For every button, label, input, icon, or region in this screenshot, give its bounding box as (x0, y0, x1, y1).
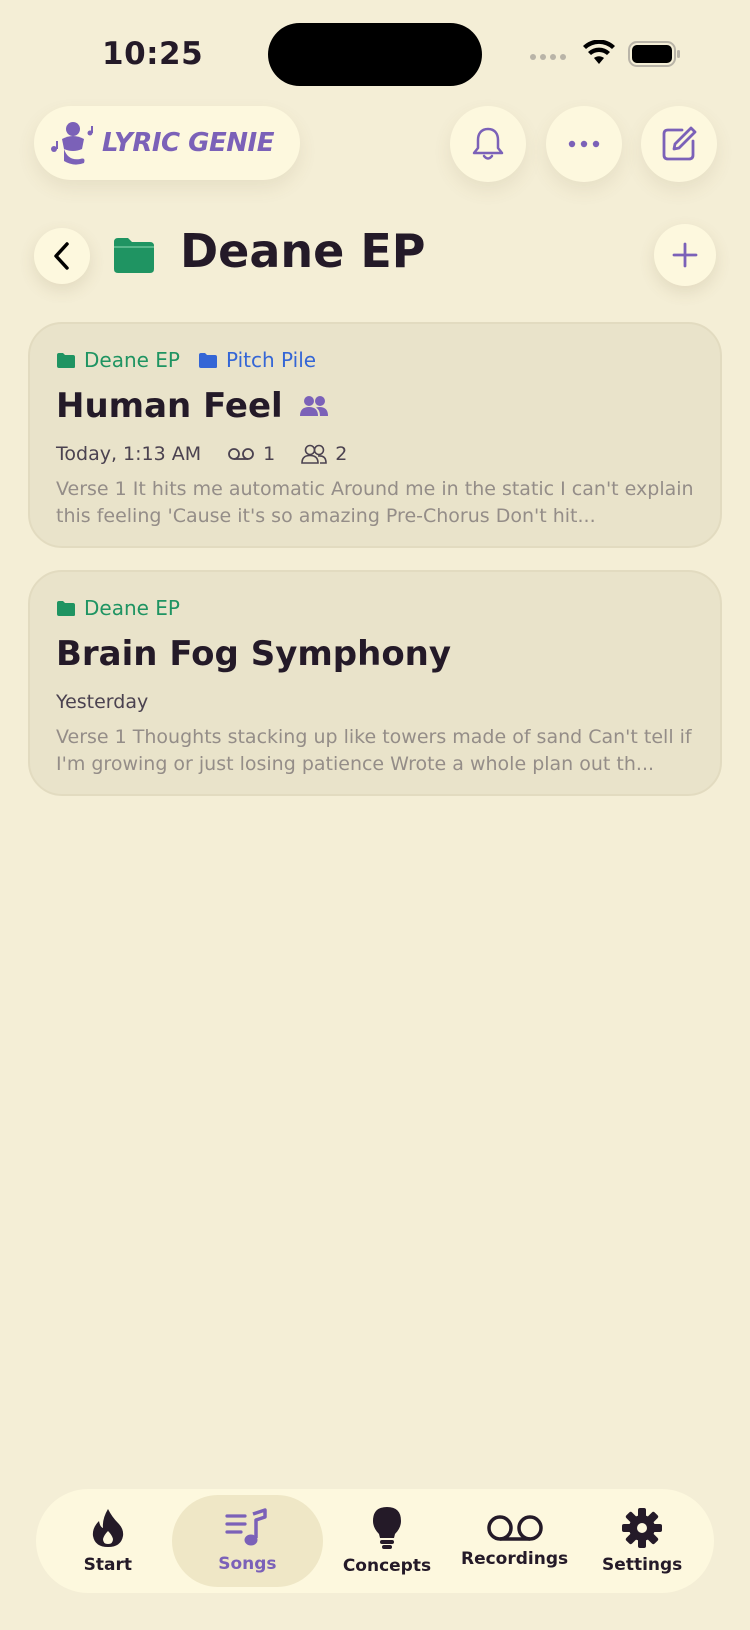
tab-songs[interactable]: Songs (171, 1495, 324, 1587)
notifications-button[interactable] (450, 106, 526, 182)
plus-icon (672, 242, 698, 268)
song-title: Human Feel (56, 386, 283, 426)
song-date: Today, 1:13 AM (56, 443, 202, 465)
tab-start[interactable]: Start (44, 1495, 172, 1587)
compose-button[interactable] (641, 106, 717, 182)
tab-concepts[interactable]: Concepts (323, 1495, 451, 1587)
song-card-human-feel[interactable]: Deane EP Pitch Pile Human Feel Today, 1:… (28, 322, 722, 548)
tab-label: Settings (602, 1555, 683, 1575)
flame-icon (92, 1509, 123, 1547)
tab-label: Start (83, 1555, 132, 1575)
folder-tag[interactable]: Deane EP (56, 348, 180, 372)
genie-icon (51, 122, 93, 165)
folder-tags: Deane EP Pitch Pile (56, 346, 694, 374)
dynamic-island (268, 23, 482, 86)
app-logo[interactable]: LYRIC GENIE (34, 106, 300, 180)
tab-recordings[interactable]: Recordings (451, 1495, 579, 1587)
wifi-icon (583, 40, 615, 64)
page-title: Deane EP (180, 224, 426, 278)
recordings-count: 1 (263, 443, 276, 465)
collaborators-count: 2 (335, 443, 348, 465)
folder-tag-label: Pitch Pile (226, 348, 317, 372)
compose-icon (662, 126, 697, 161)
voicemail-icon (228, 448, 255, 460)
folder-tag[interactable]: Pitch Pile (198, 348, 316, 372)
back-button[interactable] (34, 228, 90, 284)
tab-label: Recordings (460, 1549, 569, 1569)
folder-tag[interactable]: Deane EP (56, 596, 180, 620)
tab-bar: Start Songs Concepts Recordings Settings (36, 1489, 714, 1593)
song-date: Yesterday (56, 691, 149, 713)
folder-icon (199, 352, 217, 368)
tab-label: Concepts (342, 1556, 432, 1576)
battery-icon (628, 41, 680, 67)
ellipsis-icon (568, 140, 600, 148)
collaborators-icon (301, 444, 328, 464)
tab-settings[interactable]: Settings (578, 1495, 706, 1587)
more-button[interactable] (546, 106, 622, 182)
logo-text: LYRIC GENIE (102, 128, 274, 158)
lyrics-preview: Verse 1 Thoughts stacking up like towers… (56, 726, 692, 775)
music-list-icon (225, 1508, 268, 1546)
song-title: Brain Fog Symphony (56, 634, 452, 674)
gear-icon (622, 1508, 663, 1548)
folder-icon (114, 238, 154, 273)
song-card-brain-fog-symphony[interactable]: Deane EP Brain Fog Symphony Yesterday Ve… (28, 570, 722, 796)
folder-tag-label: Deane EP (84, 348, 180, 372)
folder-icon (57, 352, 75, 368)
bell-icon (472, 127, 504, 160)
folder-tag-label: Deane EP (84, 596, 180, 620)
lightbulb-icon (372, 1507, 401, 1549)
lyrics-preview: Verse 1 It hits me automatic Around me i… (56, 478, 694, 527)
tab-label: Songs (218, 1554, 277, 1574)
add-song-button[interactable] (654, 224, 716, 286)
cellular-signal-icon (530, 54, 566, 60)
chevron-left-icon (54, 242, 69, 270)
shared-people-icon (299, 396, 328, 416)
status-time: 10:25 (102, 36, 204, 72)
voicemail-icon (486, 1515, 543, 1541)
folder-tags: Deane EP (56, 594, 694, 622)
folder-icon (57, 600, 75, 616)
